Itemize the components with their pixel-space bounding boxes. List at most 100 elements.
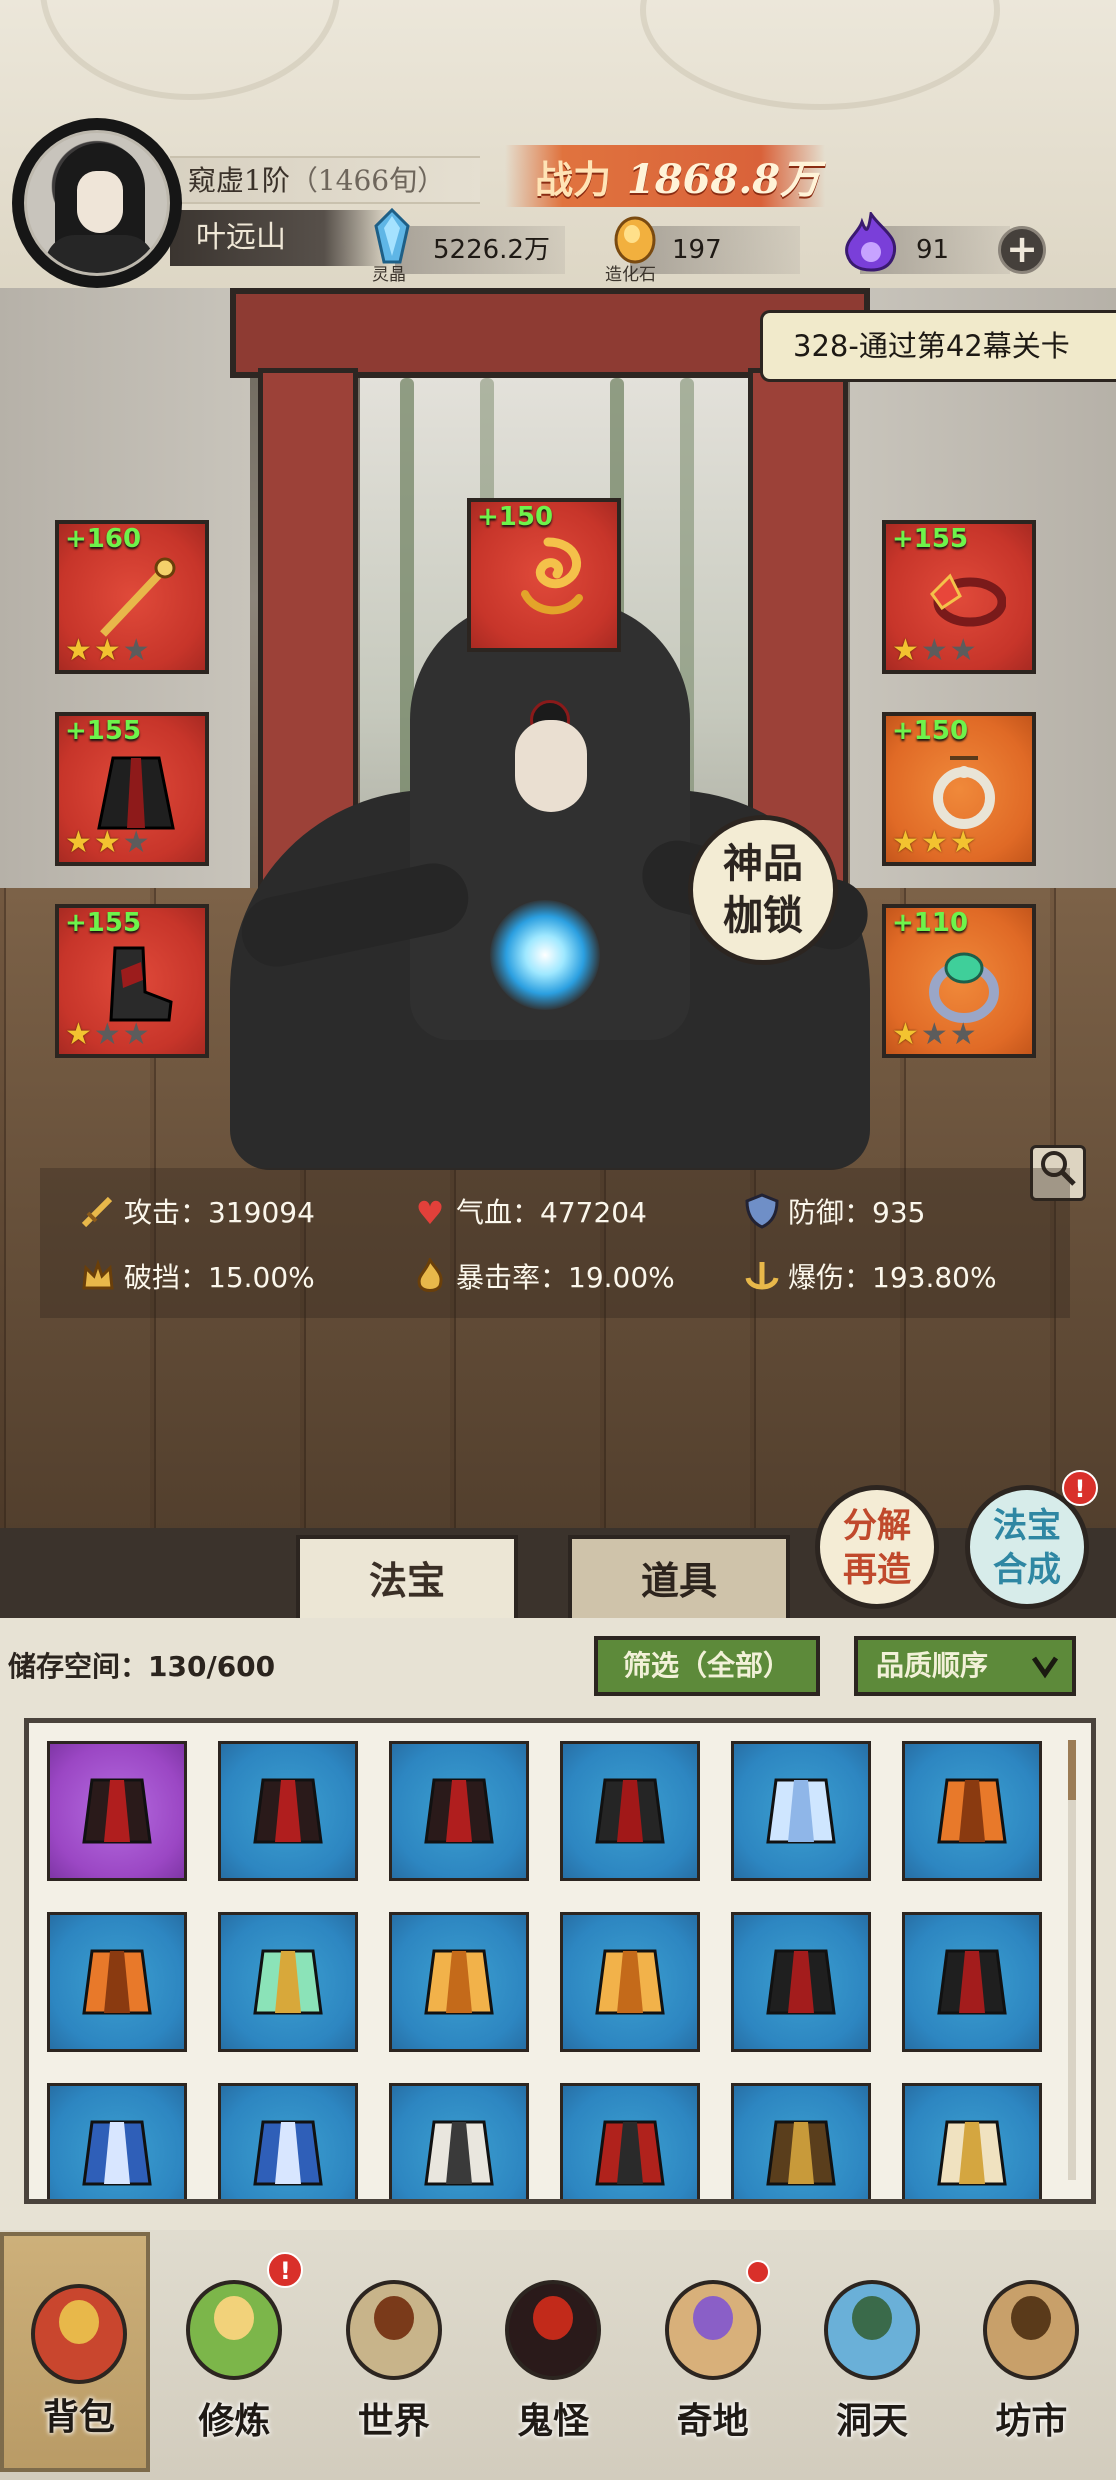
inventory-slot[interactable] <box>902 1741 1042 1881</box>
nav-market-stall[interactable]: 坊市 <box>956 2232 1106 2472</box>
dark-dagger-icon <box>243 1766 333 1860</box>
inventory-scrollbar[interactable] <box>1068 1740 1076 2180</box>
white-robe-icon <box>414 2108 504 2199</box>
equip-slot-pendant[interactable]: +150 ★★★ <box>882 712 1036 866</box>
ice-sword-icon <box>756 1766 846 1860</box>
equip-level: +150 <box>477 502 554 532</box>
nav-label: 奇地 <box>676 2400 749 2442</box>
decompose-button[interactable]: 分解 再造 <box>815 1485 939 1609</box>
equip-slot-headband[interactable]: +155 ★★★ <box>882 520 1036 674</box>
star-rating: ★★★ <box>892 1017 979 1052</box>
equip-slot-treasure[interactable]: +150 <box>467 498 621 652</box>
scrollbar-thumb[interactable] <box>1068 1740 1076 1800</box>
nav-label: 背包 <box>42 2396 115 2438</box>
realm-display: 窥虚1阶（1466旬） <box>170 156 480 204</box>
jade-pendant-icon <box>933 756 995 829</box>
golden-dragon-icon <box>521 537 583 615</box>
quest-banner[interactable]: 328-通过第42幕关卡 <box>760 310 1116 382</box>
nav-label: 鬼怪 <box>517 2400 590 2442</box>
nav-demon-egg[interactable]: 鬼怪 <box>478 2232 628 2472</box>
notification-dot <box>745 2260 770 2284</box>
golden-stone-icon <box>612 212 658 264</box>
inventory-slot[interactable] <box>731 2083 871 2199</box>
tab-row <box>0 1528 1116 1618</box>
golden-staff-icon <box>100 557 176 637</box>
nav-backpack[interactable]: 背包 <box>0 2232 150 2472</box>
dark-boots-icon <box>109 946 173 1022</box>
add-resource-button[interactable]: + <box>998 226 1046 274</box>
sort-label: 品质顺序 <box>876 1649 989 1682</box>
inventory-slot[interactable] <box>218 1912 358 2052</box>
inventory-slot[interactable] <box>902 1912 1042 2052</box>
dark-dagger-icon <box>72 1766 162 1860</box>
sort-dropdown[interactable]: 品质顺序 <box>854 1636 1076 1696</box>
cloud-decoration <box>40 0 340 100</box>
anchor-blast-icon <box>742 1258 782 1298</box>
golden-armor-icon <box>585 1937 675 2031</box>
player-name: 叶远山 <box>170 210 390 266</box>
nav-lotus[interactable]: 修炼! <box>159 2232 309 2472</box>
notification-badge: ! <box>267 2252 304 2288</box>
blue-armor-icon <box>72 2108 162 2199</box>
brown-robe-icon <box>756 2108 846 2199</box>
blue-crystal-icon <box>372 207 412 264</box>
realm-label: 窥虚1阶 <box>188 164 290 197</box>
equip-slot-ring[interactable]: +110 ★★★ <box>882 904 1036 1058</box>
equip-slot-boots[interactable]: +155 ★★★ <box>55 904 209 1058</box>
sword-icon <box>78 1193 118 1233</box>
power-label: 战力 <box>535 156 612 202</box>
crown-break-icon <box>78 1258 118 1298</box>
inventory-slot[interactable] <box>902 2083 1042 2199</box>
nav-label: 坊市 <box>995 2400 1068 2442</box>
inventory-slot[interactable] <box>218 2083 358 2199</box>
resource-caption: 灵晶 <box>372 265 406 285</box>
resource-value: 197 <box>672 235 722 265</box>
tab-items[interactable]: 道具 <box>568 1535 790 1623</box>
divine-shackle-button[interactable]: 神品 枷锁 <box>688 815 838 965</box>
demon-egg-icon <box>496 2256 610 2386</box>
equip-slot-weapon[interactable]: +160 ★★★ <box>55 520 209 674</box>
stat-defense: 防御： 935 <box>742 1183 925 1243</box>
shackle-line2: 枷锁 <box>723 892 803 939</box>
nav-floating-island[interactable]: 奇地 <box>638 2232 788 2472</box>
gold-plate-armor-icon <box>927 2108 1017 2199</box>
inventory-slot[interactable] <box>47 1912 187 2052</box>
inventory-slot[interactable] <box>560 1741 700 1881</box>
star-rating: ★★★ <box>65 1017 152 1052</box>
equip-slot-robe[interactable]: +155 ★★★ <box>55 712 209 866</box>
inventory-slot[interactable] <box>218 1741 358 1881</box>
nav-scroll-map[interactable]: 世界 <box>319 2232 469 2472</box>
equip-level: +155 <box>65 716 142 746</box>
filter-dropdown[interactable]: 筛选（全部） <box>594 1636 820 1696</box>
inventory-grid <box>24 1718 1096 2204</box>
market-stall-icon <box>974 2256 1088 2386</box>
shield-icon <box>742 1193 782 1233</box>
backpack-icon <box>22 2260 136 2390</box>
tab-treasure[interactable]: 法宝 <box>296 1535 518 1623</box>
inventory-slot[interactable] <box>47 1741 187 1881</box>
storage-capacity: 储存空间：130/600 <box>8 1650 276 1683</box>
inventory-slot[interactable] <box>389 2083 529 2199</box>
inventory-slot[interactable] <box>731 1912 871 2052</box>
lifespan-label: （1466旬） <box>289 164 446 197</box>
cloud-decoration <box>640 0 1000 110</box>
red-helmet-icon <box>585 2108 675 2199</box>
resource-value: 91 <box>916 235 950 265</box>
stat-crit-damage: 爆伤： 193.80% <box>742 1248 997 1308</box>
shackle-line1: 神品 <box>723 840 803 887</box>
chevron-down-icon <box>1030 1640 1060 1709</box>
equip-level: +160 <box>65 524 142 554</box>
inventory-slot[interactable] <box>389 1741 529 1881</box>
nav-label: 世界 <box>357 2400 430 2442</box>
portal-gate-icon <box>815 2256 929 2386</box>
inventory-slot[interactable] <box>389 1912 529 2052</box>
inventory-slot[interactable] <box>731 1741 871 1881</box>
inventory-slot[interactable] <box>560 1912 700 2052</box>
equip-level: +150 <box>892 716 969 746</box>
emerald-ring-icon <box>929 952 999 1023</box>
avatar[interactable] <box>12 118 182 288</box>
inventory-slot[interactable] <box>560 2083 700 2199</box>
nav-portal-gate[interactable]: 洞天 <box>797 2232 947 2472</box>
inventory-slot[interactable] <box>47 2083 187 2199</box>
crit-flame-icon <box>410 1256 450 1298</box>
